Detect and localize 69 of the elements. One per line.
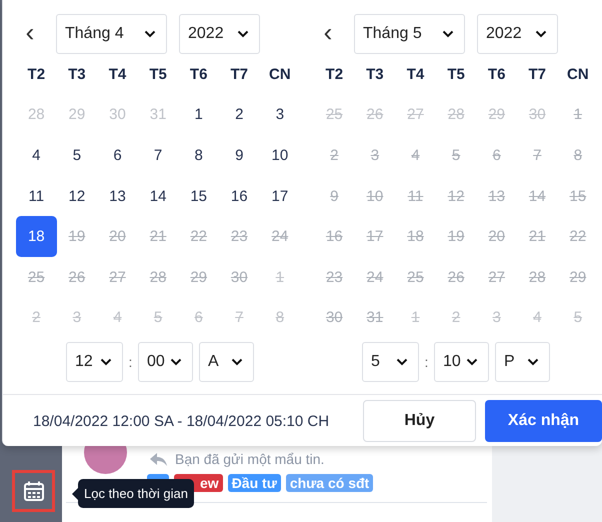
day-cell[interactable]: 6 <box>97 135 138 176</box>
previous-month-button[interactable]: ‹ <box>15 12 45 56</box>
minute-select[interactable]: 10 <box>434 342 489 382</box>
calendar-icon <box>22 480 44 502</box>
weekday-label: T3 <box>365 64 385 85</box>
previous-month-button[interactable]: ‹ <box>313 12 343 56</box>
day-cell[interactable]: 4 <box>16 135 57 176</box>
day-cell[interactable]: 28 <box>16 94 57 136</box>
weekday-label: T2 <box>324 64 344 85</box>
day-cell[interactable]: 3 <box>260 94 300 136</box>
weekday-label: T5 <box>446 64 466 85</box>
chevron-down-icon <box>237 30 249 38</box>
day-cell[interactable]: 7 <box>138 135 178 176</box>
last-message: Bạn đã gửi một mẩu tin. <box>175 451 324 467</box>
day-cell[interactable]: 31 <box>138 94 178 136</box>
day-cell[interactable]: 5 <box>56 135 98 176</box>
chevron-down-icon <box>144 30 156 38</box>
day-cell[interactable]: 17 <box>260 176 300 216</box>
day-cell[interactable]: 18 <box>16 216 57 257</box>
confirm-button[interactable]: Xác nhận <box>485 400 602 442</box>
weekday-label: T7 <box>230 64 250 85</box>
chevron-down-icon <box>231 358 243 366</box>
weekday-label: T7 <box>528 64 548 85</box>
day-cell[interactable]: 11 <box>16 176 57 216</box>
day-cell[interactable]: 2 <box>218 94 260 136</box>
hour-select[interactable]: 5 <box>362 342 419 382</box>
weekday-label: T3 <box>67 64 87 85</box>
weekday-label: CN <box>268 64 292 85</box>
tag: Đầu tư <box>228 474 281 492</box>
chevron-down-icon <box>396 358 408 366</box>
day-cell[interactable]: 16 <box>218 176 260 216</box>
chevron-down-icon <box>442 30 454 38</box>
weekday-label: CN <box>566 64 590 85</box>
date-filter-button[interactable] <box>12 470 55 512</box>
period-select[interactable]: A <box>199 342 254 382</box>
chevron-down-icon <box>170 358 182 366</box>
chevron-down-icon <box>466 358 478 366</box>
selected-range: 18/04/2022 12:00 SA - 18/04/2022 05:10 CH <box>33 412 330 430</box>
day-cell[interactable]: 12 <box>56 176 98 216</box>
weekday-label: T4 <box>406 64 426 85</box>
weekday-label: T4 <box>108 64 128 85</box>
year-select[interactable]: 2022 <box>477 14 558 54</box>
weekday-label: T5 <box>148 64 168 85</box>
day-cell[interactable]: 1 <box>178 94 219 136</box>
day-cell[interactable]: 15 <box>178 176 219 216</box>
month-select[interactable]: Tháng 5 <box>354 14 465 54</box>
chevron-down-icon <box>527 358 539 366</box>
month-select[interactable]: Tháng 4 <box>56 14 167 54</box>
time-separator: : <box>128 354 134 370</box>
day-cell[interactable]: 29 <box>56 94 98 136</box>
chevron-down-icon <box>100 358 112 366</box>
hour-select[interactable]: 12 <box>66 342 123 382</box>
day-cell[interactable]: 9 <box>218 135 260 176</box>
cancel-button[interactable]: Hủy <box>363 400 476 442</box>
day-cell[interactable]: 13 <box>97 176 138 216</box>
day-cell[interactable]: 30 <box>97 94 138 136</box>
chevron-down-icon <box>535 30 547 38</box>
day-cell[interactable]: 8 <box>178 135 219 176</box>
weekday-label: T6 <box>188 64 208 85</box>
period-select[interactable]: P <box>495 342 550 382</box>
year-select[interactable]: 2022 <box>179 14 260 54</box>
day-cell[interactable]: 14 <box>138 176 178 216</box>
weekday-label: T2 <box>26 64 46 85</box>
minute-select[interactable]: 00 <box>138 342 193 382</box>
reply-icon <box>150 452 167 466</box>
tag: chưa có sđt <box>286 474 374 492</box>
weekday-label: T6 <box>486 64 506 85</box>
day-cell[interactable]: 10 <box>260 135 300 176</box>
time-separator: : <box>424 354 430 370</box>
